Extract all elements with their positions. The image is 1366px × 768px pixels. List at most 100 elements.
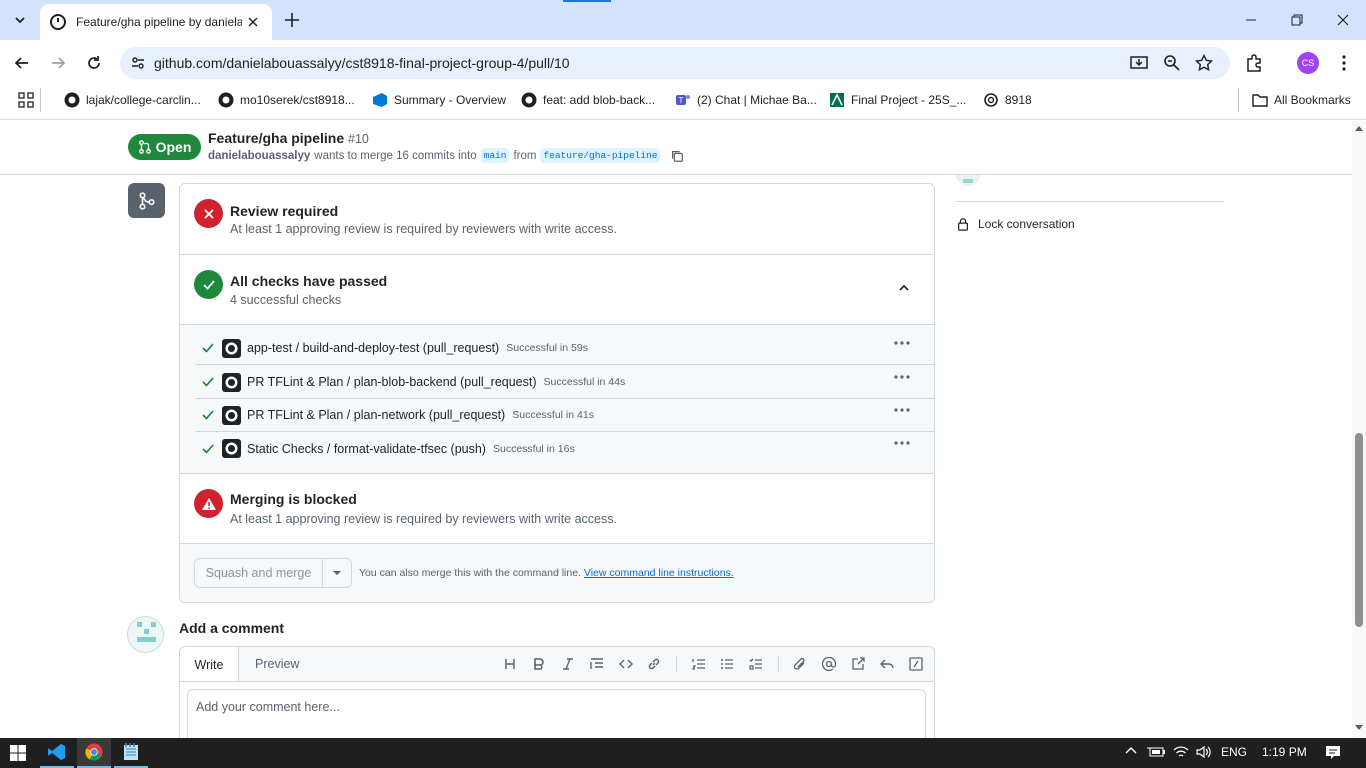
reference-button[interactable] [847, 649, 869, 679]
chrome-menu-button[interactable] [1336, 54, 1352, 72]
bookmark-item[interactable]: T (2) Chat | Michae Ba... [675, 91, 817, 109]
taskbar-notepad[interactable] [114, 738, 148, 768]
apps-button[interactable] [18, 92, 34, 108]
mention-icon [822, 657, 836, 671]
checks-section-header[interactable]: All checks have passed 4 successful chec… [180, 255, 934, 325]
notepad-icon [124, 743, 138, 760]
browser-tab-active[interactable]: Feature/gha pipeline by daniela [40, 4, 272, 40]
taskbar-vscode[interactable] [40, 738, 74, 768]
page-scrollbar[interactable] [1352, 121, 1366, 738]
squash-and-merge-button[interactable]: Squash and merge [195, 559, 323, 587]
check-icon [202, 410, 214, 420]
check-options-button[interactable] [894, 441, 910, 445]
address-bar[interactable]: github.com/danielabouassalyy/cst8918-fin… [120, 47, 1230, 79]
tab-search-button[interactable] [8, 8, 32, 32]
code-icon [619, 659, 633, 669]
comment-textarea[interactable]: Add your comment here... [187, 689, 926, 738]
battery-icon[interactable] [1147, 745, 1165, 759]
mention-button[interactable] [818, 649, 840, 679]
volume-icon[interactable] [1196, 745, 1212, 759]
unordered-list-button[interactable] [716, 649, 738, 679]
tab-write[interactable]: Write [180, 647, 239, 682]
pr-status-badge: Open [128, 134, 201, 160]
identicon-icon [137, 622, 156, 642]
bookmark-star-button[interactable] [1195, 54, 1213, 72]
scroll-down-arrow[interactable] [1355, 725, 1363, 731]
italic-button[interactable] [557, 649, 579, 679]
zoom-button[interactable] [1163, 54, 1181, 72]
tab-preview[interactable]: Preview [255, 657, 299, 671]
quote-button[interactable] [586, 649, 608, 679]
participant-avatar[interactable] [955, 175, 981, 187]
close-tab-icon[interactable] [248, 17, 258, 27]
start-button[interactable] [10, 745, 26, 761]
slash-commands-button[interactable] [905, 649, 927, 679]
heading-button[interactable] [499, 649, 521, 679]
slash-icon [909, 657, 923, 671]
copy-branch-icon[interactable] [670, 149, 684, 163]
italic-icon [563, 658, 573, 670]
saved-reply-button[interactable] [876, 649, 898, 679]
check-icon [202, 443, 214, 454]
pr-author-link[interactable]: danielabouassalyy [208, 150, 310, 162]
bookmark-item[interactable]: 8918 [983, 91, 1032, 109]
user-avatar[interactable] [127, 616, 164, 653]
profile-avatar[interactable]: CS [1297, 52, 1319, 74]
site-info-icon[interactable] [130, 55, 146, 71]
scroll-up-arrow[interactable] [1355, 125, 1363, 131]
restore-button[interactable] [1274, 0, 1320, 40]
bookmark-label: lajak/college-carclin... [86, 93, 201, 107]
ordered-list-button[interactable] [688, 649, 710, 679]
check-options-button[interactable] [894, 341, 910, 345]
lock-conversation-link[interactable]: Lock conversation [956, 217, 1075, 231]
scrollbar-thumb[interactable] [1355, 433, 1363, 627]
forward-button[interactable] [48, 53, 68, 73]
base-branch-label[interactable]: main [480, 148, 510, 163]
merge-method-dropdown[interactable] [323, 559, 351, 587]
collapse-checks-button[interactable] [897, 281, 911, 295]
notifications-button[interactable] [1325, 744, 1341, 760]
merge-blocked-section: Merging is blocked At least 1 approving … [180, 474, 934, 544]
code-button[interactable] [615, 649, 637, 679]
bookmark-item[interactable]: feat: add blob-back... [521, 91, 655, 109]
extensions-button[interactable] [1245, 54, 1263, 72]
wifi-icon[interactable] [1173, 745, 1189, 759]
check-row[interactable]: Static Checks / format-validate-tfsec (p… [196, 432, 934, 465]
bookmark-item[interactable]: Summary - Overview [372, 91, 506, 109]
clock[interactable]: 1:19 PM [1262, 745, 1307, 759]
bookmark-item[interactable]: Final Project - 25S_... [829, 91, 966, 109]
cli-hint: You can also merge this with the command… [359, 567, 734, 579]
check-row[interactable]: app-test / build-and-deploy-test (pull_r… [196, 332, 934, 365]
heading-icon [505, 659, 515, 669]
merge-blocked-title: Merging is blocked [230, 491, 357, 507]
ordered-list-icon [692, 659, 705, 670]
notification-icon [1326, 746, 1340, 759]
check-row[interactable]: PR TFLint & Plan / plan-network (pull_re… [196, 399, 934, 432]
bookmark-label: (2) Chat | Michae Ba... [697, 93, 817, 107]
close-window-button[interactable] [1320, 0, 1366, 40]
arrow-right-icon [52, 57, 66, 69]
check-row[interactable]: PR TFLint & Plan / plan-blob-backend (pu… [196, 366, 934, 399]
bookmark-label: feat: add blob-back... [543, 93, 656, 107]
link-button[interactable] [643, 649, 665, 679]
bookmark-item[interactable]: lajak/college-carclin... [64, 91, 201, 109]
minimize-button[interactable] [1228, 0, 1274, 40]
bold-button[interactable] [528, 649, 550, 679]
new-tab-button[interactable] [282, 10, 302, 30]
check-options-button[interactable] [894, 375, 910, 379]
cli-instructions-link[interactable]: View command line instructions. [584, 567, 734, 579]
all-bookmarks-label: All Bookmarks [1274, 93, 1351, 107]
install-app-button[interactable] [1130, 54, 1148, 72]
task-list-button[interactable] [745, 649, 767, 679]
bookmark-item[interactable]: mo10serek/cst8918... [218, 91, 355, 109]
tray-overflow-button[interactable] [1125, 746, 1137, 754]
attach-file-button[interactable] [789, 649, 811, 679]
reload-button[interactable] [84, 53, 104, 73]
taskbar-chrome[interactable] [77, 738, 111, 768]
all-bookmarks-button[interactable]: All Bookmarks [1252, 91, 1351, 109]
head-branch-label[interactable]: feature/gha-pipeline [540, 148, 661, 163]
github-icon [64, 92, 80, 108]
check-options-button[interactable] [894, 408, 910, 412]
input-language-indicator[interactable]: ENG [1221, 745, 1247, 759]
back-button[interactable] [12, 53, 32, 73]
